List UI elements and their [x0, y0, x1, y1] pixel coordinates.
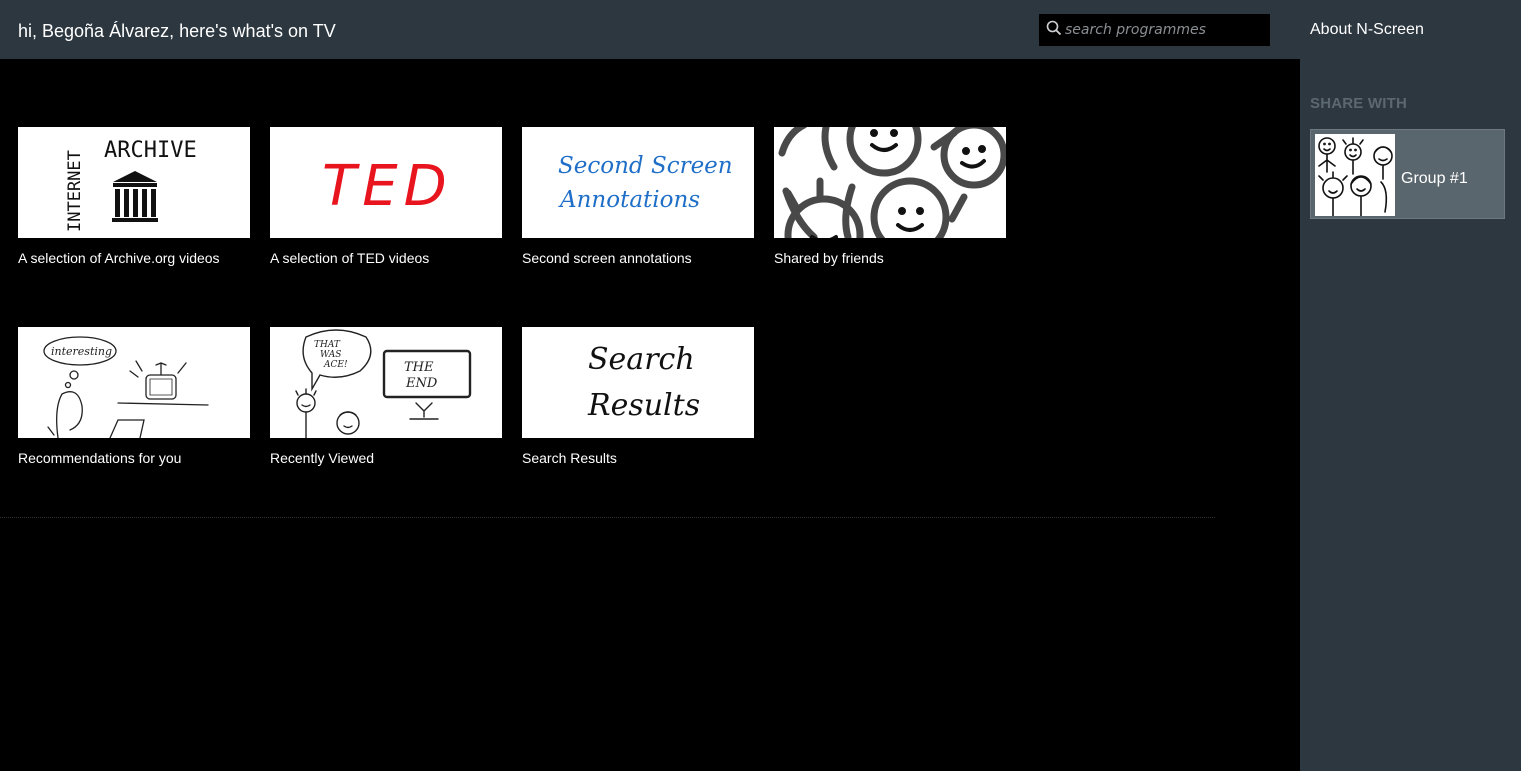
annotations-title-icon: Second Screen Annotations: [558, 153, 733, 213]
search-results-title-icon: Search Results: [587, 342, 700, 423]
top-bar: hi, Begoña Álvarez, here's what's on TV: [0, 0, 1300, 59]
greeting-text: hi, Begoña Álvarez, here's what's on TV: [18, 21, 336, 41]
svg-text:ACE!: ACE!: [323, 360, 348, 370]
svg-text:THE: THE: [404, 360, 434, 375]
collection-title: Recommendations for you: [18, 450, 182, 466]
svg-text:Search: Search: [588, 342, 695, 377]
collection-tile-annotations[interactable]: Second Screen Annotations Second screen …: [522, 127, 754, 266]
collection-title: A selection of TED videos: [270, 250, 430, 266]
search-icon: [1046, 20, 1062, 36]
svg-text:THAT: THAT: [314, 340, 341, 350]
sidebar: About N-Screen SHARE WITH Group #1: [1300, 0, 1521, 771]
collection-thumbnail: THAT WAS ACE! THE END: [270, 327, 502, 438]
svg-text:TED: TED: [322, 154, 453, 219]
archive-logo-icon: ARCHIVE INTERNET: [65, 138, 197, 232]
group-label: Group #1: [1401, 170, 1468, 187]
collection-title: Search Results: [522, 450, 617, 466]
search-box[interactable]: [1039, 14, 1270, 46]
collection-tile-archive[interactable]: ARCHIVE INTERNET A selection of Archive.…: [18, 127, 250, 266]
collection-thumbnail: interesting: [18, 327, 250, 438]
collection-thumbnail: TED: [270, 127, 502, 238]
group-avatar: [1315, 134, 1395, 217]
collection-thumbnail: ARCHIVE INTERNET: [18, 127, 250, 238]
collection-thumbnail: Second Screen Annotations: [522, 127, 754, 238]
svg-text:Results: Results: [587, 388, 700, 423]
about-link[interactable]: About N-Screen: [1310, 21, 1424, 39]
group-card[interactable]: Group #1: [1310, 129, 1505, 219]
svg-text:INTERNET: INTERNET: [65, 150, 85, 232]
collection-title: A selection of Archive.org videos: [18, 250, 220, 266]
collection-title: Shared by friends: [774, 250, 884, 266]
collection-title: Second screen annotations: [522, 250, 692, 266]
svg-text:interesting: interesting: [51, 345, 112, 358]
collection-tile-friends[interactable]: Shared by friends: [774, 127, 1006, 266]
collection-tile-ted[interactable]: TED A selection of TED videos: [270, 127, 502, 266]
collection-tile-recently-viewed[interactable]: THAT WAS ACE! THE END Recently Viewed: [270, 327, 502, 466]
collection-tile-search-results[interactable]: Search Results Search Results: [522, 327, 754, 466]
collection-tile-recommendations[interactable]: interesting Recommendations for you: [18, 327, 250, 466]
svg-text:Annotations: Annotations: [558, 187, 700, 213]
ted-logo-icon: TED: [322, 154, 453, 219]
content-divider: [0, 517, 1215, 518]
group-faces-icon: [1318, 137, 1393, 217]
recently-viewed-sketch-icon: THAT WAS ACE! THE END: [295, 329, 472, 438]
recommendations-sketch-icon: interesting: [43, 336, 209, 438]
friends-faces-icon: [778, 127, 1006, 238]
collection-thumbnail: Search Results: [522, 327, 754, 438]
svg-text:END: END: [405, 376, 438, 391]
svg-text:WAS: WAS: [320, 350, 341, 360]
collection-title: Recently Viewed: [270, 450, 375, 466]
search-input[interactable]: [1065, 18, 1265, 42]
collection-thumbnail: [774, 127, 1006, 238]
svg-text:ARCHIVE: ARCHIVE: [104, 138, 197, 163]
share-with-heading: SHARE WITH: [1310, 95, 1407, 112]
svg-text:Second Screen: Second Screen: [558, 153, 733, 179]
